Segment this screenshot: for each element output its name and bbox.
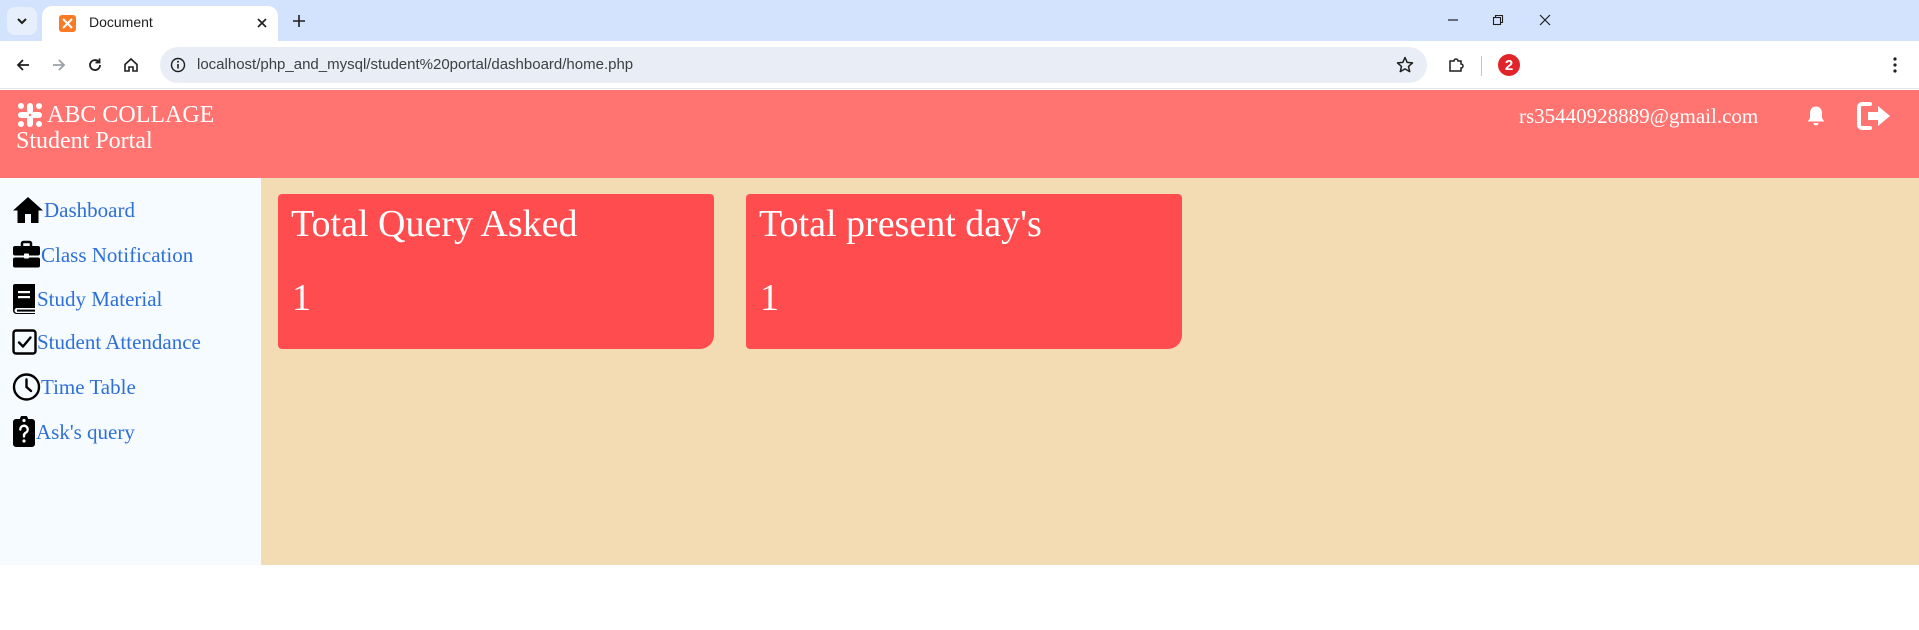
checkbox-icon bbox=[12, 329, 37, 355]
slack-logo-icon bbox=[18, 103, 42, 127]
sidebar-item-label: Study Material bbox=[37, 286, 163, 311]
reload-icon[interactable] bbox=[80, 50, 110, 80]
card-value: 1 bbox=[760, 277, 779, 319]
new-tab-plus-icon[interactable] bbox=[286, 8, 312, 34]
home-icon bbox=[13, 197, 43, 223]
site-info-icon[interactable] bbox=[166, 53, 190, 77]
address-bar[interactable]: localhost/php_and_mysql/student%20portal… bbox=[160, 47, 1427, 83]
home-browser-icon[interactable] bbox=[116, 50, 146, 80]
sidebar-item-asks-query[interactable]: Ask's query bbox=[12, 416, 135, 448]
card-title: Total present day's bbox=[759, 203, 1042, 245]
logout-icon[interactable] bbox=[1857, 101, 1893, 131]
sidebar: Dashboard Class Notification Study Mater… bbox=[0, 178, 261, 565]
tab-title: Document bbox=[89, 14, 153, 30]
sidebar-item-label: Student Attendance bbox=[37, 329, 201, 354]
sidebar-item-dashboard[interactable]: Dashboard bbox=[12, 194, 135, 226]
more-menu-icon[interactable] bbox=[1880, 50, 1910, 80]
card-title: Total Query Asked bbox=[291, 203, 578, 245]
brand-subtitle: Student Portal bbox=[16, 128, 153, 154]
tab-search-button[interactable] bbox=[7, 7, 37, 35]
brand[interactable]: ABC COLLAGE Student Portal bbox=[16, 101, 214, 154]
book-icon bbox=[13, 284, 35, 314]
sidebar-item-student-attendance[interactable]: Student Attendance bbox=[12, 328, 201, 356]
bell-icon[interactable] bbox=[1804, 104, 1828, 128]
forward-arrow-icon[interactable] bbox=[44, 50, 74, 80]
site-header: ABC COLLAGE Student Portal rs35440928889… bbox=[0, 90, 1919, 178]
sidebar-item-time-table[interactable]: Time Table bbox=[12, 372, 136, 402]
chevron-down-icon bbox=[17, 18, 27, 25]
tab-close-icon[interactable] bbox=[252, 13, 272, 33]
toolbar-separator bbox=[1481, 56, 1482, 76]
stat-card-present-days: Total present day's 1 bbox=[746, 194, 1182, 349]
clipboard-question-icon bbox=[13, 416, 35, 447]
sidebar-item-label: Dashboard bbox=[44, 197, 135, 222]
browser-tab-active[interactable]: Document bbox=[42, 6, 278, 41]
extensions-puzzle-icon[interactable] bbox=[1441, 50, 1471, 80]
dashboard-main: Total Query Asked 1 Total present day's … bbox=[261, 178, 1919, 565]
card-value: 1 bbox=[292, 277, 311, 319]
clock-icon bbox=[12, 373, 41, 401]
restore-icon[interactable] bbox=[1481, 6, 1515, 34]
url-text[interactable]: localhost/php_and_mysql/student%20portal… bbox=[197, 56, 633, 73]
browser-tabstrip: Document bbox=[0, 0, 1919, 41]
back-arrow-icon[interactable] bbox=[8, 50, 38, 80]
sidebar-item-label: Time Table bbox=[41, 374, 136, 399]
sidebar-item-label: Ask's query bbox=[36, 419, 135, 444]
browser-toolbar: localhost/php_and_mysql/student%20portal… bbox=[0, 41, 1919, 89]
close-window-icon[interactable] bbox=[1528, 6, 1562, 34]
bookmark-star-icon[interactable] bbox=[1393, 53, 1417, 77]
user-email: rs35440928889@gmail.com bbox=[1519, 104, 1759, 128]
brand-name: ABC COLLAGE bbox=[47, 101, 215, 128]
sidebar-item-study-material[interactable]: Study Material bbox=[12, 283, 162, 315]
briefcase-icon bbox=[13, 240, 40, 268]
xampp-favicon-icon bbox=[59, 15, 76, 32]
stat-card-query: Total Query Asked 1 bbox=[278, 194, 714, 349]
minimize-icon[interactable] bbox=[1436, 6, 1470, 34]
sidebar-item-class-notification[interactable]: Class Notification bbox=[12, 240, 193, 270]
sidebar-item-label: Class Notification bbox=[41, 242, 194, 267]
profile-avatar[interactable]: 2 bbox=[1498, 54, 1520, 76]
